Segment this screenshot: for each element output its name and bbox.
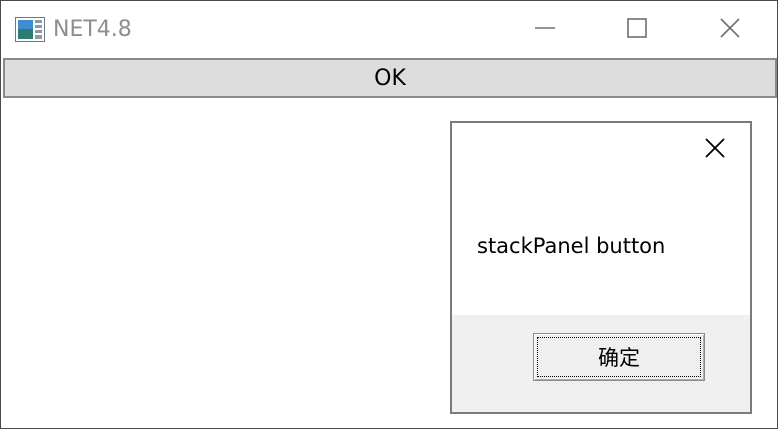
close-icon — [719, 17, 741, 43]
dialog-close-button[interactable] — [700, 135, 730, 165]
close-icon — [704, 137, 726, 163]
confirm-button[interactable]: 确定 — [533, 333, 705, 381]
message-dialog: stackPanel button 确定 — [450, 121, 752, 414]
maximize-icon — [626, 17, 648, 43]
maximize-button[interactable] — [591, 1, 683, 58]
dialog-message: stackPanel button — [477, 234, 666, 258]
minimize-icon — [534, 17, 556, 43]
title-bar[interactable]: NET4.8 — [1, 1, 777, 58]
close-button[interactable] — [684, 1, 776, 58]
minimize-button[interactable] — [499, 1, 591, 58]
application-icon — [15, 17, 45, 42]
window-title: NET4.8 — [53, 17, 132, 42]
ok-button[interactable]: OK — [3, 58, 777, 98]
dialog-footer: 确定 — [452, 315, 750, 412]
